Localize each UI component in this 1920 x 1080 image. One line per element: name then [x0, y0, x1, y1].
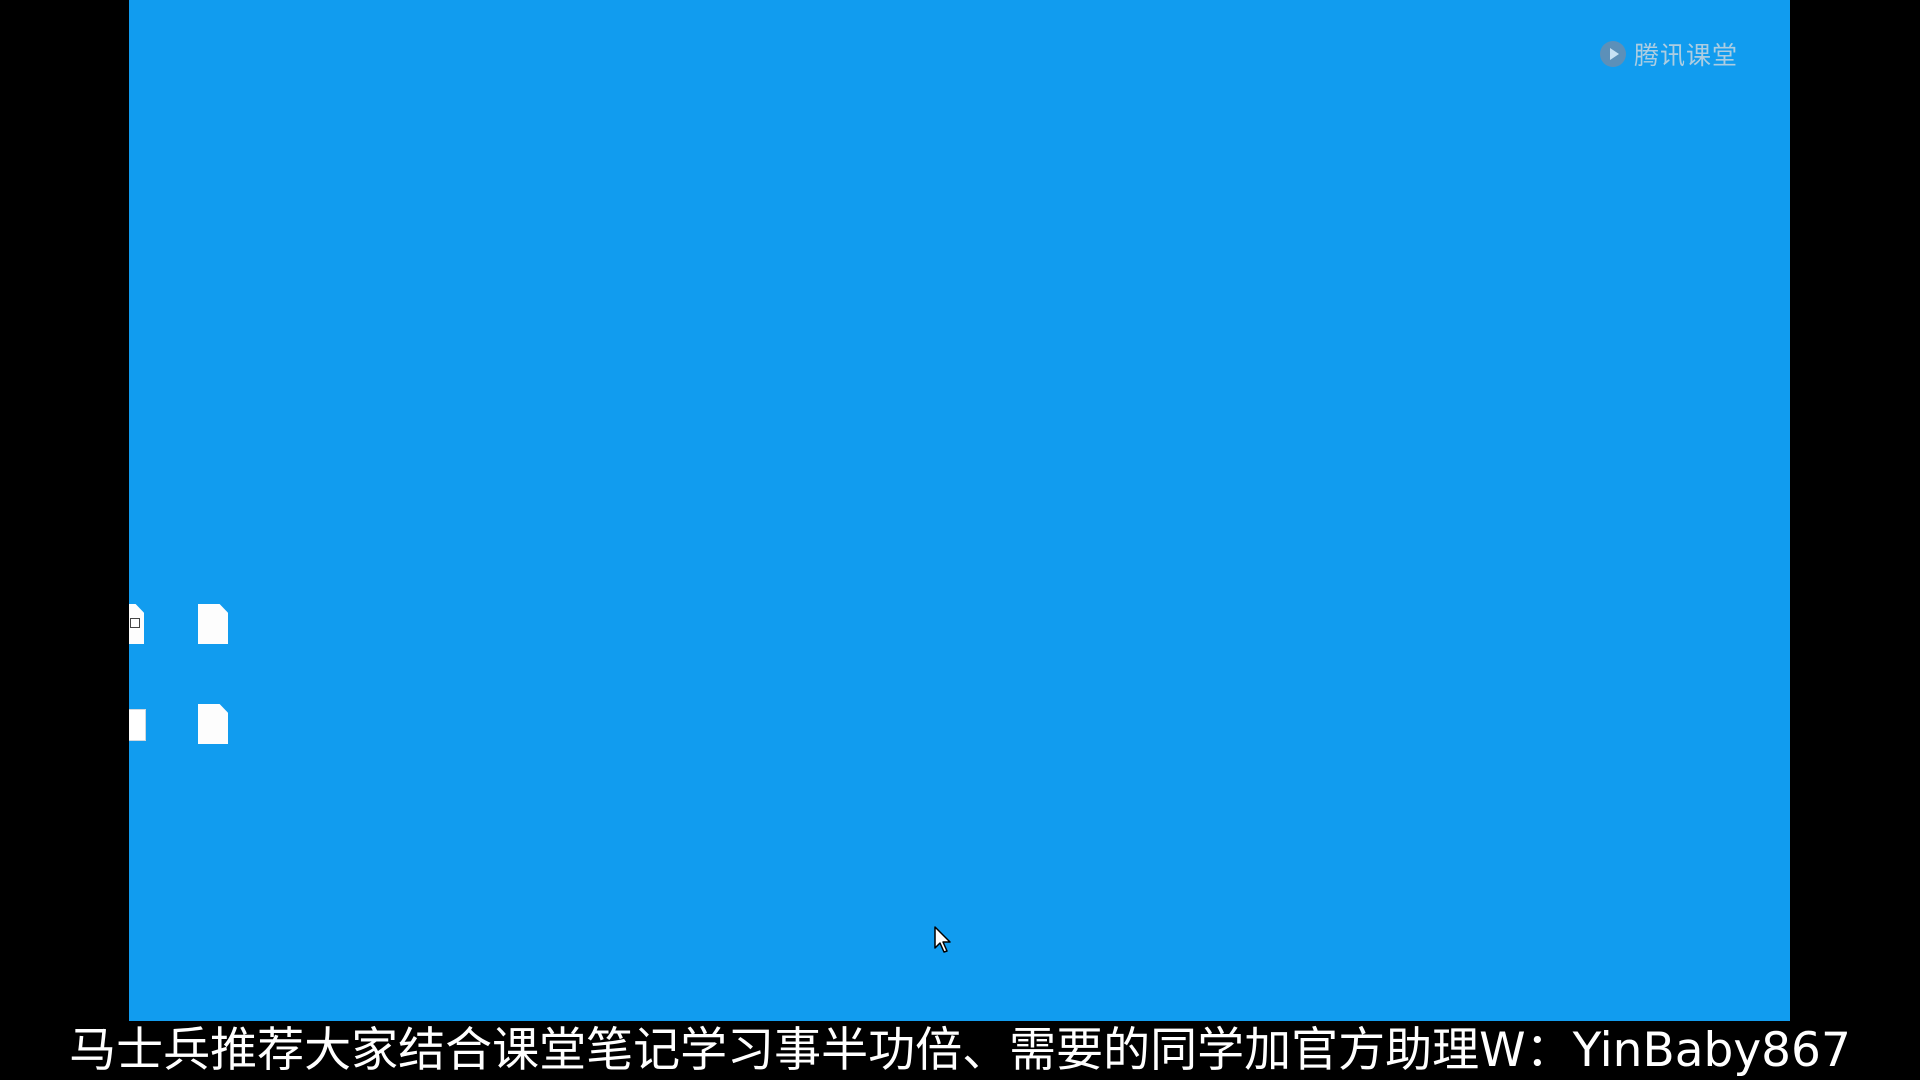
subtitle-text: 马士兵推荐大家结合课堂笔记学习事半功倍、需要的同学加官方助理W：YinBaby8…: [69, 1023, 1851, 1078]
document-file-icon: [198, 704, 228, 744]
document-file-icon: [198, 604, 228, 644]
desktop-area[interactable]: 腾讯课堂: [129, 0, 1790, 1021]
subtitle-bar: 马士兵推荐大家结合课堂笔记学习事半功倍、需要的同学加官方助理W：YinBaby8…: [0, 1021, 1920, 1080]
desktop-icon-window-app[interactable]: [129, 704, 169, 747]
image-file-icon: [129, 604, 144, 644]
watermark-text: 腾讯课堂: [1633, 41, 1738, 70]
screen: 腾讯课堂 马士兵推荐大家结合课堂笔记学习事半功倍、需要的同学加官方助理W：Yin…: [0, 0, 1920, 1080]
tencent-classroom-play-icon: [1599, 41, 1626, 67]
desktop-icon-image-file[interactable]: [129, 604, 169, 650]
desktop-icon-doc-file-1[interactable]: [173, 604, 253, 650]
tencent-classroom-watermark: 腾讯课堂: [1599, 36, 1738, 72]
desktop-icon-doc-file-2[interactable]: [173, 704, 253, 750]
window-app-icon: [129, 709, 146, 741]
